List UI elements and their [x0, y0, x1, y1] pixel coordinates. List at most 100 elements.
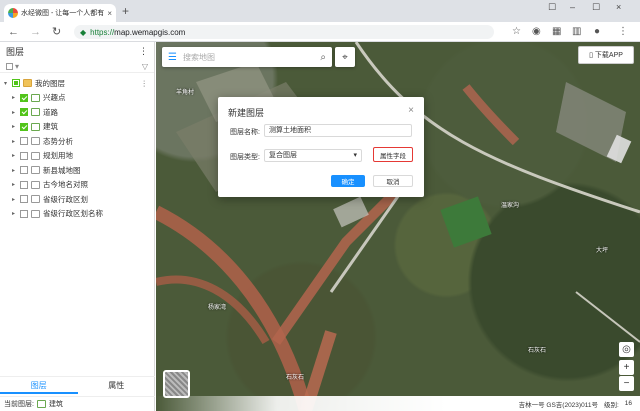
browser-tab[interactable]: 水经微图 - 让每一个人都有自 ×	[4, 4, 116, 22]
apps-grid-icon[interactable]: ▦	[552, 25, 561, 39]
panel-more-icon[interactable]: ⋮	[139, 46, 148, 57]
dialog-title: 新建图层	[228, 108, 265, 118]
select-all-checkbox[interactable]	[6, 62, 13, 70]
layer-visibility-checkbox[interactable]	[20, 209, 28, 218]
layer-row[interactable]: ▸ 新县城地图	[0, 163, 154, 178]
close-window-button[interactable]: ×	[616, 2, 621, 12]
layer-row[interactable]: ▸ 态势分析	[0, 134, 154, 149]
layer-more-icon[interactable]: ⋮	[141, 79, 149, 88]
folder-icon	[23, 79, 32, 88]
new-tab-button[interactable]: +	[122, 4, 129, 18]
layer-row[interactable]: ▸ 规划用地	[0, 149, 154, 164]
layer-tree: ▾ 我的图层 ⋮ ▸ 兴趣点 ▸ 道路 ▸ 建筑 ▸ 态势分析 ▸ 规划用地 ▸ 新县城地图 ▸ 古今地名对照 ▸…	[0, 73, 154, 221]
download-app-button[interactable]: ▯ 下载APP	[578, 46, 634, 64]
expand-caret-icon[interactable]: ▸	[10, 210, 17, 217]
expand-caret-icon[interactable]: ▸	[10, 109, 17, 116]
expand-caret-icon[interactable]: ▸	[10, 123, 17, 130]
layer-row[interactable]: ▸ 兴趣点	[0, 91, 154, 106]
extension-icon[interactable]: ◉	[532, 25, 541, 39]
layer-type-select[interactable]: 复合图层 ▾	[264, 149, 362, 162]
new-layer-dialog: 新建图层 × 图层名称: 测算土地面积 图层类型: 复合图层 ▾ 属性字段 确定…	[218, 97, 424, 197]
expand-caret-icon[interactable]: ▸	[10, 196, 17, 203]
confirm-button[interactable]: 确定	[331, 175, 365, 187]
map-search-box[interactable]: ☰ 搜索地图 ⌕	[162, 47, 332, 67]
layer-row[interactable]: ▾ 我的图层 ⋮	[0, 76, 154, 91]
layer-row[interactable]: ▸ 省级行政区划	[0, 192, 154, 207]
tab-close-icon[interactable]: ×	[107, 9, 112, 18]
basemap-switcher[interactable]	[163, 370, 190, 398]
browser-menu-icon[interactable]: ⋮	[618, 25, 628, 39]
menu-icon[interactable]: ☰	[168, 52, 177, 63]
back-arrow-icon[interactable]: ←	[8, 25, 19, 39]
address-bar-row: ← → ↻ ◆ https://map.wemapgis.com ☆ ◉ ▦ ▥…	[0, 22, 640, 42]
zoom-level-value: 16	[624, 400, 632, 407]
expand-caret-icon[interactable]: ▾	[2, 80, 9, 87]
layer-visibility-checkbox[interactable]	[20, 166, 28, 175]
location-pin-button[interactable]: ⌖	[335, 47, 355, 67]
layer-row[interactable]: ▸ 古今地名对照	[0, 178, 154, 193]
expand-caret-icon[interactable]: ▸	[10, 138, 17, 145]
point-layer-icon	[31, 93, 40, 102]
forward-arrow-icon[interactable]: →	[30, 25, 41, 39]
layer-visibility-checkbox[interactable]	[20, 195, 28, 204]
tab-title: 水经微图 - 让每一个人都有自	[21, 10, 105, 17]
sidebar-icon[interactable]: ▥	[572, 25, 581, 39]
layer-label: 新县城地图	[43, 165, 81, 175]
expand-caret-icon[interactable]: ▸	[10, 181, 17, 188]
layer-visibility-checkbox[interactable]	[20, 151, 28, 160]
maximize-button[interactable]: ☐	[592, 2, 600, 13]
bookmark-star-icon[interactable]: ☆	[512, 25, 521, 39]
filter-icon[interactable]: ▽	[142, 62, 148, 71]
expand-caret-icon[interactable]: ▸	[10, 94, 17, 101]
zoom-level-label: 级别:	[603, 401, 619, 409]
layer-label: 兴趣点	[43, 93, 66, 103]
layer-label: 规划用地	[43, 151, 73, 161]
layer-icon	[31, 209, 40, 218]
url-field[interactable]: ◆ https://map.wemapgis.com	[74, 25, 494, 39]
layer-visibility-checkbox[interactable]	[12, 79, 20, 88]
minimize-button[interactable]: –	[570, 2, 575, 12]
tab-search-icon[interactable]: ☐	[548, 2, 556, 13]
layer-icon	[31, 151, 40, 160]
search-icon[interactable]: ⌕	[320, 52, 326, 63]
attribute-fields-button[interactable]: 属性字段	[373, 147, 413, 162]
select-all-dropdown[interactable]: ▾	[6, 62, 19, 71]
layer-row[interactable]: ▸ 建筑	[0, 120, 154, 135]
layer-label: 古今地名对照	[43, 180, 88, 190]
profile-icon[interactable]: ●	[594, 25, 600, 39]
layer-type-label: 图层类型:	[230, 154, 260, 161]
expand-caret-icon[interactable]: ▸	[10, 152, 17, 159]
layer-visibility-checkbox[interactable]	[20, 180, 28, 189]
current-layer-status: 当前图层: 建筑	[0, 396, 155, 411]
layer-icon	[31, 180, 40, 189]
map-search-input[interactable]: 搜索地图	[183, 52, 314, 63]
tab-properties[interactable]: 属性	[78, 377, 156, 394]
layer-visibility-checkbox[interactable]	[20, 122, 28, 131]
layer-row[interactable]: ▸ 道路	[0, 105, 154, 120]
layer-label: 建筑	[43, 122, 58, 132]
layer-visibility-checkbox[interactable]	[20, 108, 28, 117]
map-place-label: 石灰石	[528, 348, 547, 354]
reload-icon[interactable]: ↻	[52, 25, 61, 39]
zoom-in-button[interactable]: +	[619, 360, 634, 375]
download-app-label: 下载APP	[594, 52, 623, 59]
url-scheme: https://	[90, 27, 115, 37]
layer-label: 我的图层	[35, 78, 65, 88]
close-icon[interactable]: ×	[408, 105, 414, 116]
expand-caret-icon[interactable]: ▸	[10, 167, 17, 174]
layer-visibility-checkbox[interactable]	[20, 93, 28, 102]
map-footer: 吉林一号 GS吉(2023)011号 级别: 16	[156, 396, 640, 411]
layer-row[interactable]: ▸ 省级行政区划名称	[0, 207, 154, 222]
layer-icon	[31, 166, 40, 175]
map-place-label: 羊角村	[176, 90, 195, 96]
layers-panel: 图层 ⋮ ▾ ▽ ▾ 我的图层 ⋮ ▸ 兴趣点 ▸ 道路 ▸ 建筑 ▸ 态势分析 ▸ 规划用地 ▸ 新县城地…	[0, 42, 155, 411]
layer-visibility-checkbox[interactable]	[20, 137, 28, 146]
locate-me-button[interactable]: ◎	[619, 342, 634, 357]
layer-name-input[interactable]: 测算土地面积	[264, 124, 412, 137]
secure-shield-icon: ◆	[80, 27, 87, 37]
layers-panel-title: 图层	[6, 46, 25, 57]
layer-icon	[31, 195, 40, 204]
zoom-out-button[interactable]: −	[619, 376, 634, 391]
tab-layers[interactable]: 图层	[0, 377, 78, 394]
cancel-button[interactable]: 取消	[373, 175, 413, 187]
